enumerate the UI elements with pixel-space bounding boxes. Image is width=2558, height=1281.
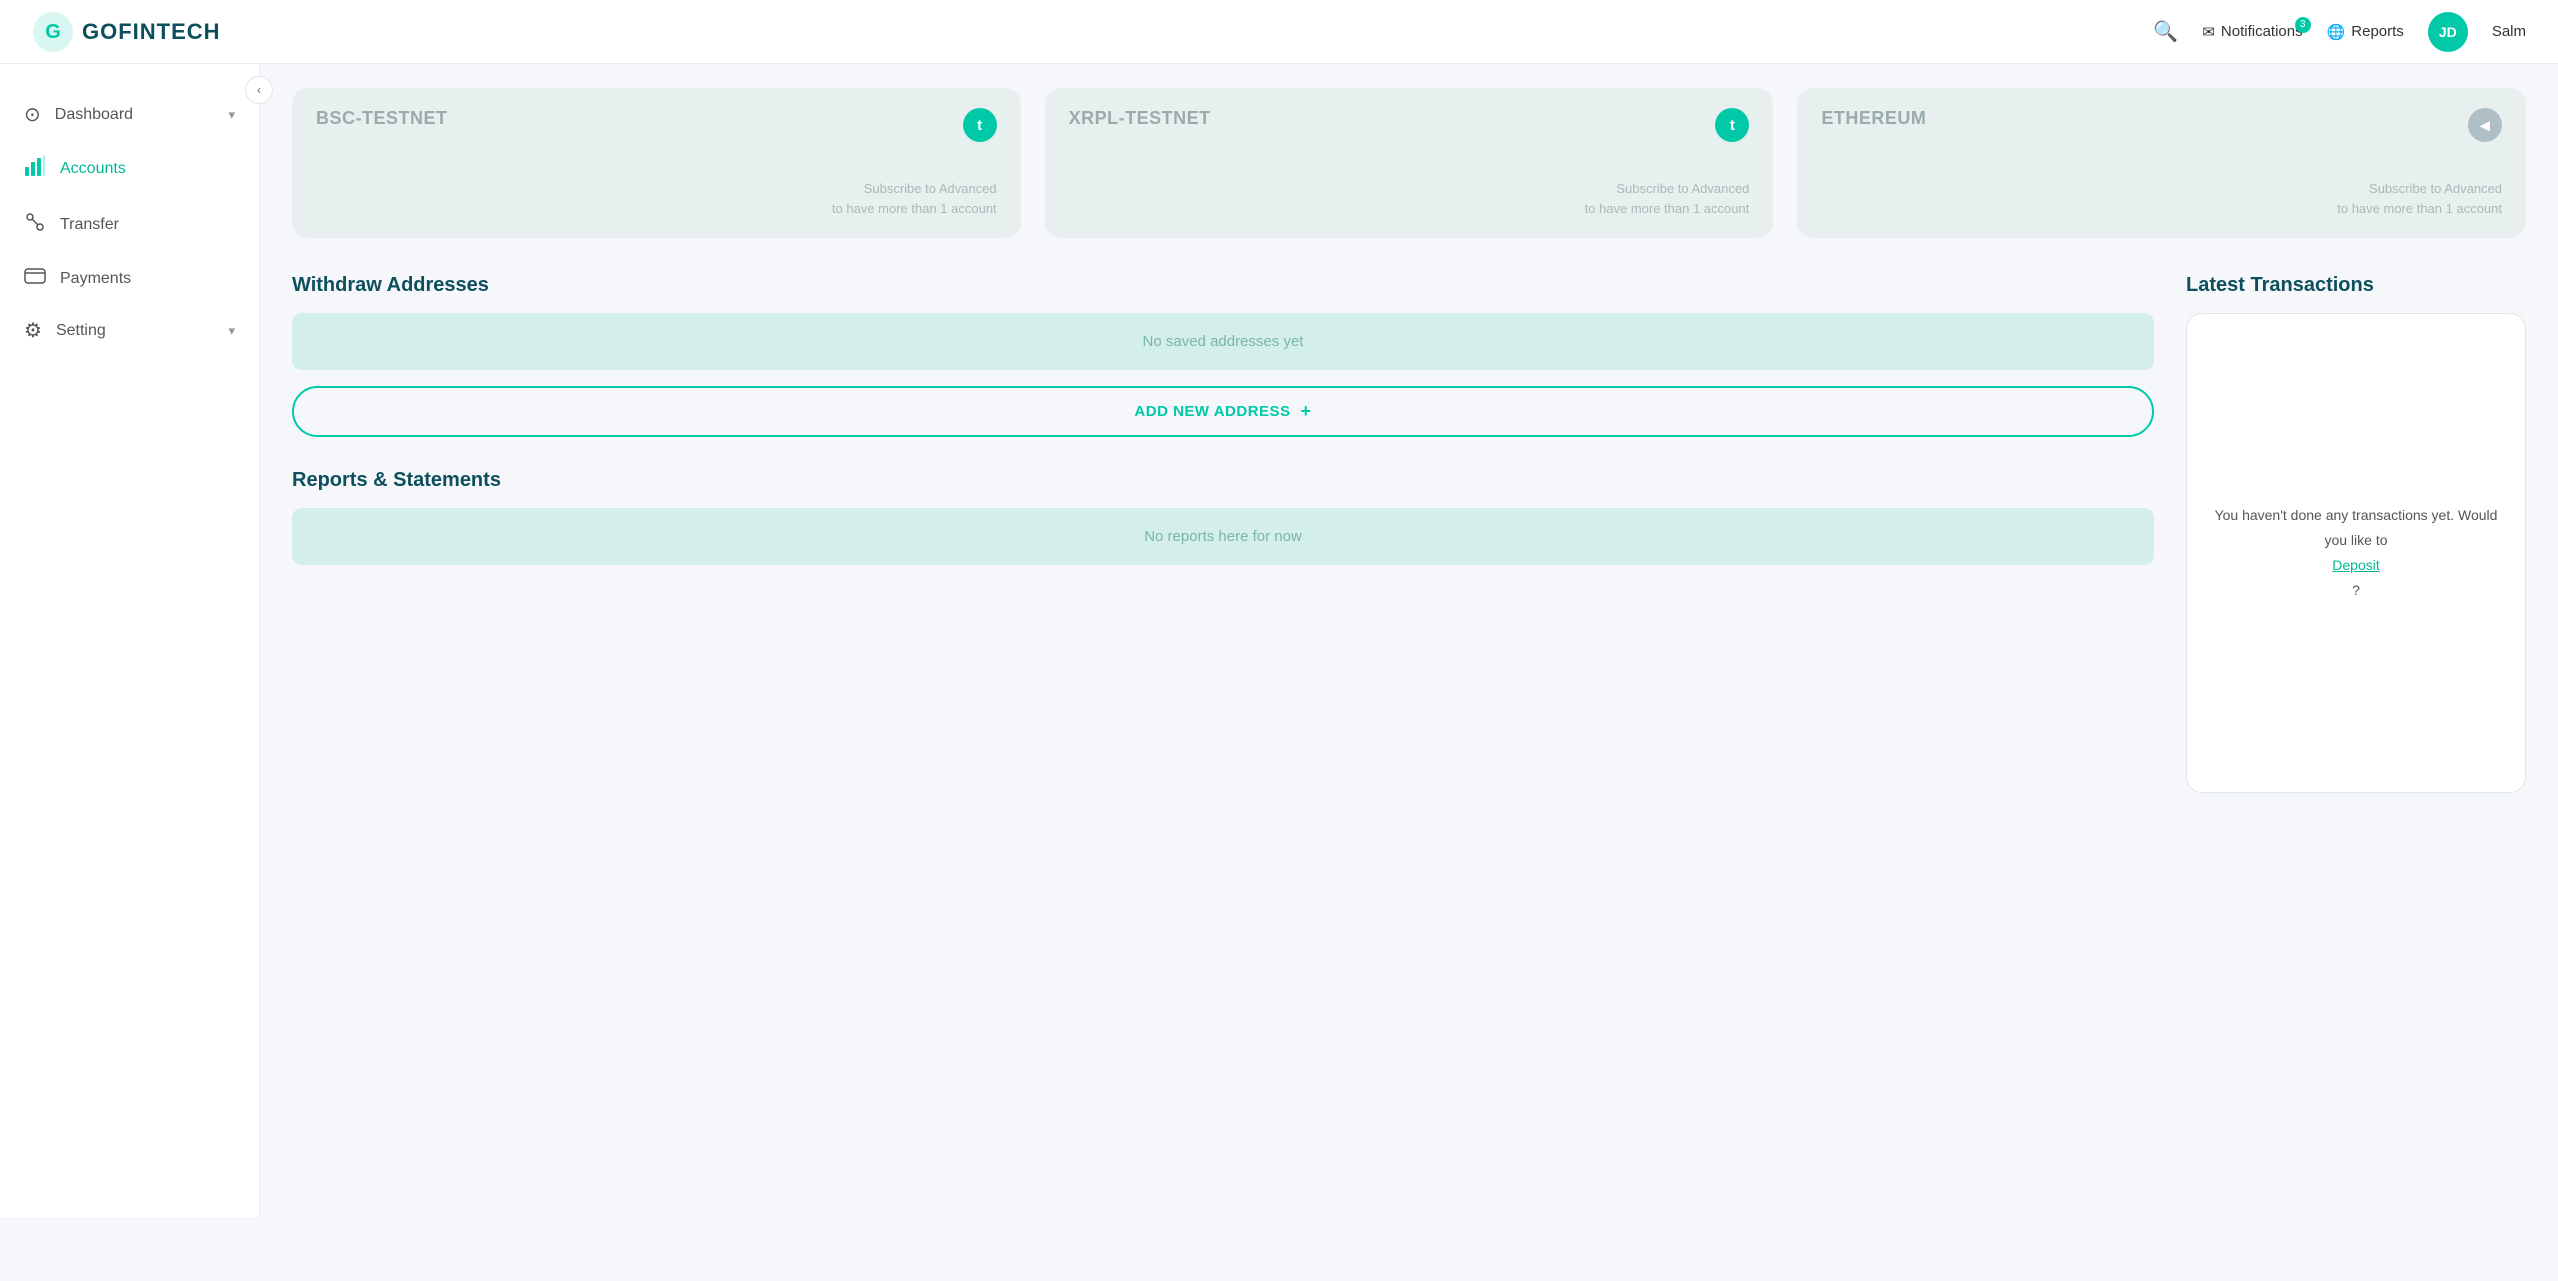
sidebar-item-payments[interactable]: Payments <box>0 253 259 304</box>
sidebar-item-label-transfer: Transfer <box>60 216 119 234</box>
account-card-title-eth: ETHEREUM <box>1821 108 1926 129</box>
account-card-xrpl-testnet[interactable]: XRPL-TESTNET t Subscribe to Advanced to … <box>1045 88 1774 238</box>
deposit-link[interactable]: Deposit <box>2332 557 2379 573</box>
account-card-footer-eth: Subscribe to Advanced to have more than … <box>1821 179 2502 218</box>
latest-transactions-panel: You haven't done any transactions yet. W… <box>2186 313 2526 793</box>
chevron-down-icon-setting: ▾ <box>228 323 235 339</box>
sidebar-item-label-dashboard: Dashboard <box>55 106 133 124</box>
setting-icon: ⚙ <box>24 318 42 343</box>
reports-nav[interactable]: 🌐 Reports <box>2327 23 2404 41</box>
account-card-ethereum[interactable]: ETHEREUM ◂ Subscribe to Advanced to have… <box>1797 88 2526 238</box>
header: G GOFINTECH 🔍 ✉ Notifications 3 🌐 Report… <box>0 0 2558 64</box>
account-cards-row: BSC-TESTNET t Subscribe to Advanced to h… <box>292 88 2526 238</box>
sidebar: ‹ ⊙ Dashboard ▾ Accounts <box>0 64 260 1217</box>
reports-label: Reports <box>2351 23 2404 40</box>
sidebar-item-label-accounts: Accounts <box>60 160 126 178</box>
add-new-address-button[interactable]: ADD NEW ADDRESS + <box>292 386 2154 437</box>
logo-icon: G <box>32 11 74 53</box>
account-card-title-bsc: BSC-TESTNET <box>316 108 448 129</box>
eth-badge: ◂ <box>2468 108 2502 142</box>
accounts-icon <box>24 155 46 183</box>
no-reports-text: No reports here for now <box>1144 528 1302 545</box>
account-card-footer-xrpl: Subscribe to Advanced to have more than … <box>1069 179 1750 218</box>
account-card-title-xrpl: XRPL-TESTNET <box>1069 108 1211 129</box>
account-card-header-xrpl: XRPL-TESTNET t <box>1069 108 1750 142</box>
payments-icon <box>24 267 46 290</box>
lower-area: Withdraw Addresses No saved addresses ye… <box>292 274 2526 793</box>
no-tx-text-part1: You haven't done any transactions yet. W… <box>2215 507 2498 548</box>
notifications-badge: 3 <box>2295 17 2311 33</box>
logo[interactable]: G GOFINTECH <box>32 11 221 53</box>
mail-icon: ✉ <box>2202 23 2215 41</box>
account-card-header-eth: ETHEREUM ◂ <box>1821 108 2502 142</box>
avatar-initials: JD <box>2439 24 2457 40</box>
token-badge-bsc: t <box>963 108 997 142</box>
user-name: Salm <box>2492 23 2526 40</box>
account-card-footer-bsc: Subscribe to Advanced to have more than … <box>316 179 997 218</box>
left-column: Withdraw Addresses No saved addresses ye… <box>292 274 2154 793</box>
search-icon[interactable]: 🔍 <box>2153 19 2178 44</box>
notifications-nav[interactable]: ✉ Notifications 3 <box>2202 23 2302 41</box>
sidebar-item-accounts[interactable]: Accounts <box>0 141 259 197</box>
svg-text:G: G <box>45 21 61 43</box>
reports-icon: 🌐 <box>2327 23 2346 41</box>
chevron-down-icon: ▾ <box>228 107 235 123</box>
no-reports-panel: No reports here for now <box>292 508 2154 565</box>
right-column: Latest Transactions You haven't done any… <box>2186 274 2526 793</box>
main-content: BSC-TESTNET t Subscribe to Advanced to h… <box>260 64 2558 1217</box>
token-badge-xrpl: t <box>1715 108 1749 142</box>
transfer-icon <box>24 211 46 239</box>
sidebar-item-label-setting: Setting <box>56 322 106 340</box>
sidebar-item-dashboard[interactable]: ⊙ Dashboard ▾ <box>0 88 259 141</box>
plus-icon: + <box>1301 401 1312 422</box>
reports-statements-title: Reports & Statements <box>292 469 2154 492</box>
dashboard-icon: ⊙ <box>24 102 41 127</box>
account-card-header-bsc: BSC-TESTNET t <box>316 108 997 142</box>
sidebar-item-label-payments: Payments <box>60 270 131 288</box>
logo-text: GOFINTECH <box>82 19 221 45</box>
sidebar-item-transfer[interactable]: Transfer <box>0 197 259 253</box>
no-addresses-panel: No saved addresses yet <box>292 313 2154 370</box>
no-addresses-text: No saved addresses yet <box>1143 333 1304 350</box>
sidebar-item-setting[interactable]: ⚙ Setting ▾ <box>0 304 259 357</box>
withdraw-addresses-title: Withdraw Addresses <box>292 274 2154 297</box>
no-transactions-text: You haven't done any transactions yet. W… <box>2207 503 2505 604</box>
sidebar-collapse-button[interactable]: ‹ <box>245 76 273 104</box>
account-card-bsc-testnet[interactable]: BSC-TESTNET t Subscribe to Advanced to h… <box>292 88 1021 238</box>
latest-transactions-title: Latest Transactions <box>2186 274 2526 297</box>
add-address-label: ADD NEW ADDRESS <box>1134 403 1290 420</box>
notifications-label: Notifications <box>2221 23 2303 40</box>
no-tx-text-part2: ? <box>2352 582 2360 598</box>
layout: ‹ ⊙ Dashboard ▾ Accounts <box>0 64 2558 1217</box>
header-right: 🔍 ✉ Notifications 3 🌐 Reports JD Salm <box>2153 12 2526 52</box>
avatar[interactable]: JD <box>2428 12 2468 52</box>
sidebar-nav: ⊙ Dashboard ▾ Accounts <box>0 88 259 357</box>
